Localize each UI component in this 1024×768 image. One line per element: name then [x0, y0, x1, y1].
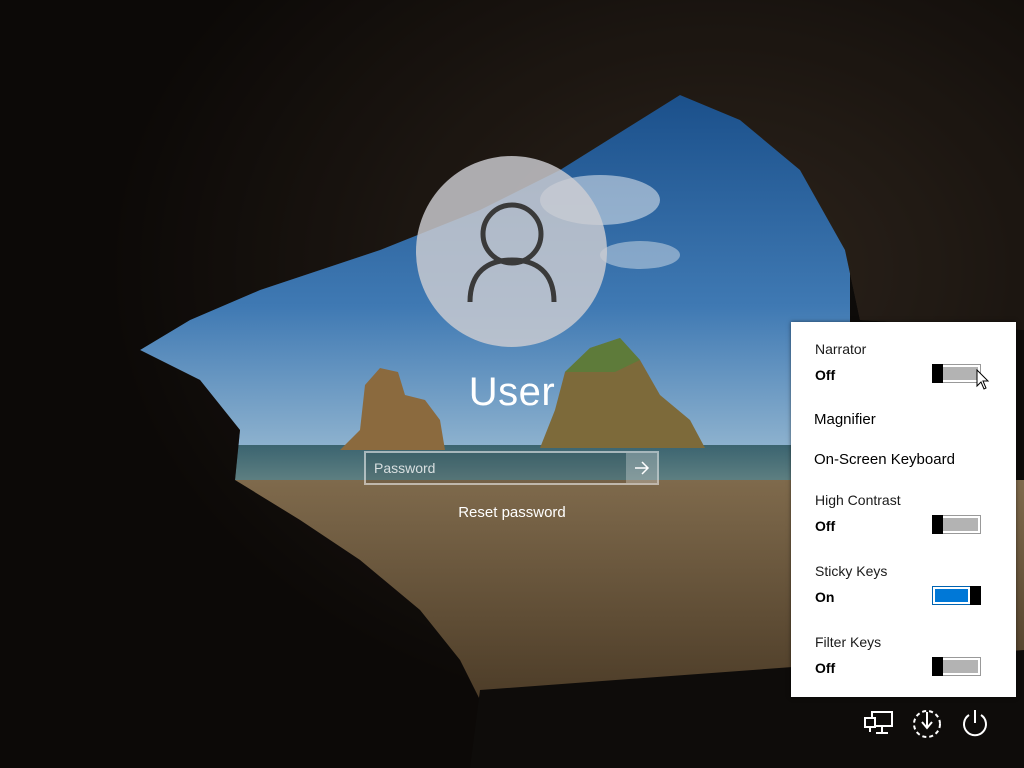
power-icon[interactable]: [958, 706, 992, 740]
reset-password-link[interactable]: Reset password: [412, 504, 612, 521]
password-field[interactable]: [364, 451, 659, 485]
arrow-right-icon: [634, 461, 649, 475]
user-name: User: [468, 370, 556, 414]
submit-button[interactable]: [626, 453, 657, 483]
narrator-toggle[interactable]: [932, 364, 981, 383]
filter-keys-state: Off: [815, 660, 836, 676]
filter-keys-label: Filter Keys: [815, 634, 882, 650]
user-avatar: [416, 156, 607, 347]
filter-keys-toggle[interactable]: [932, 657, 981, 676]
onscreen-keyboard-button[interactable]: On-Screen Keyboard: [814, 451, 955, 468]
magnifier-button[interactable]: Magnifier: [814, 411, 876, 428]
sticky-keys-toggle[interactable]: [932, 586, 981, 605]
ease-of-access-icon[interactable]: [910, 706, 944, 740]
high-contrast-toggle[interactable]: [932, 515, 981, 534]
sticky-keys-state: On: [815, 589, 835, 605]
narrator-label: Narrator: [815, 341, 867, 357]
user-icon: [467, 202, 557, 303]
high-contrast-state: Off: [815, 518, 836, 534]
narrator-state: Off: [815, 367, 836, 383]
mouse-cursor-icon: [976, 369, 990, 390]
sticky-keys-label: Sticky Keys: [815, 563, 888, 579]
network-icon[interactable]: [862, 706, 896, 740]
high-contrast-label: High Contrast: [815, 492, 901, 508]
password-input[interactable]: [366, 453, 626, 483]
